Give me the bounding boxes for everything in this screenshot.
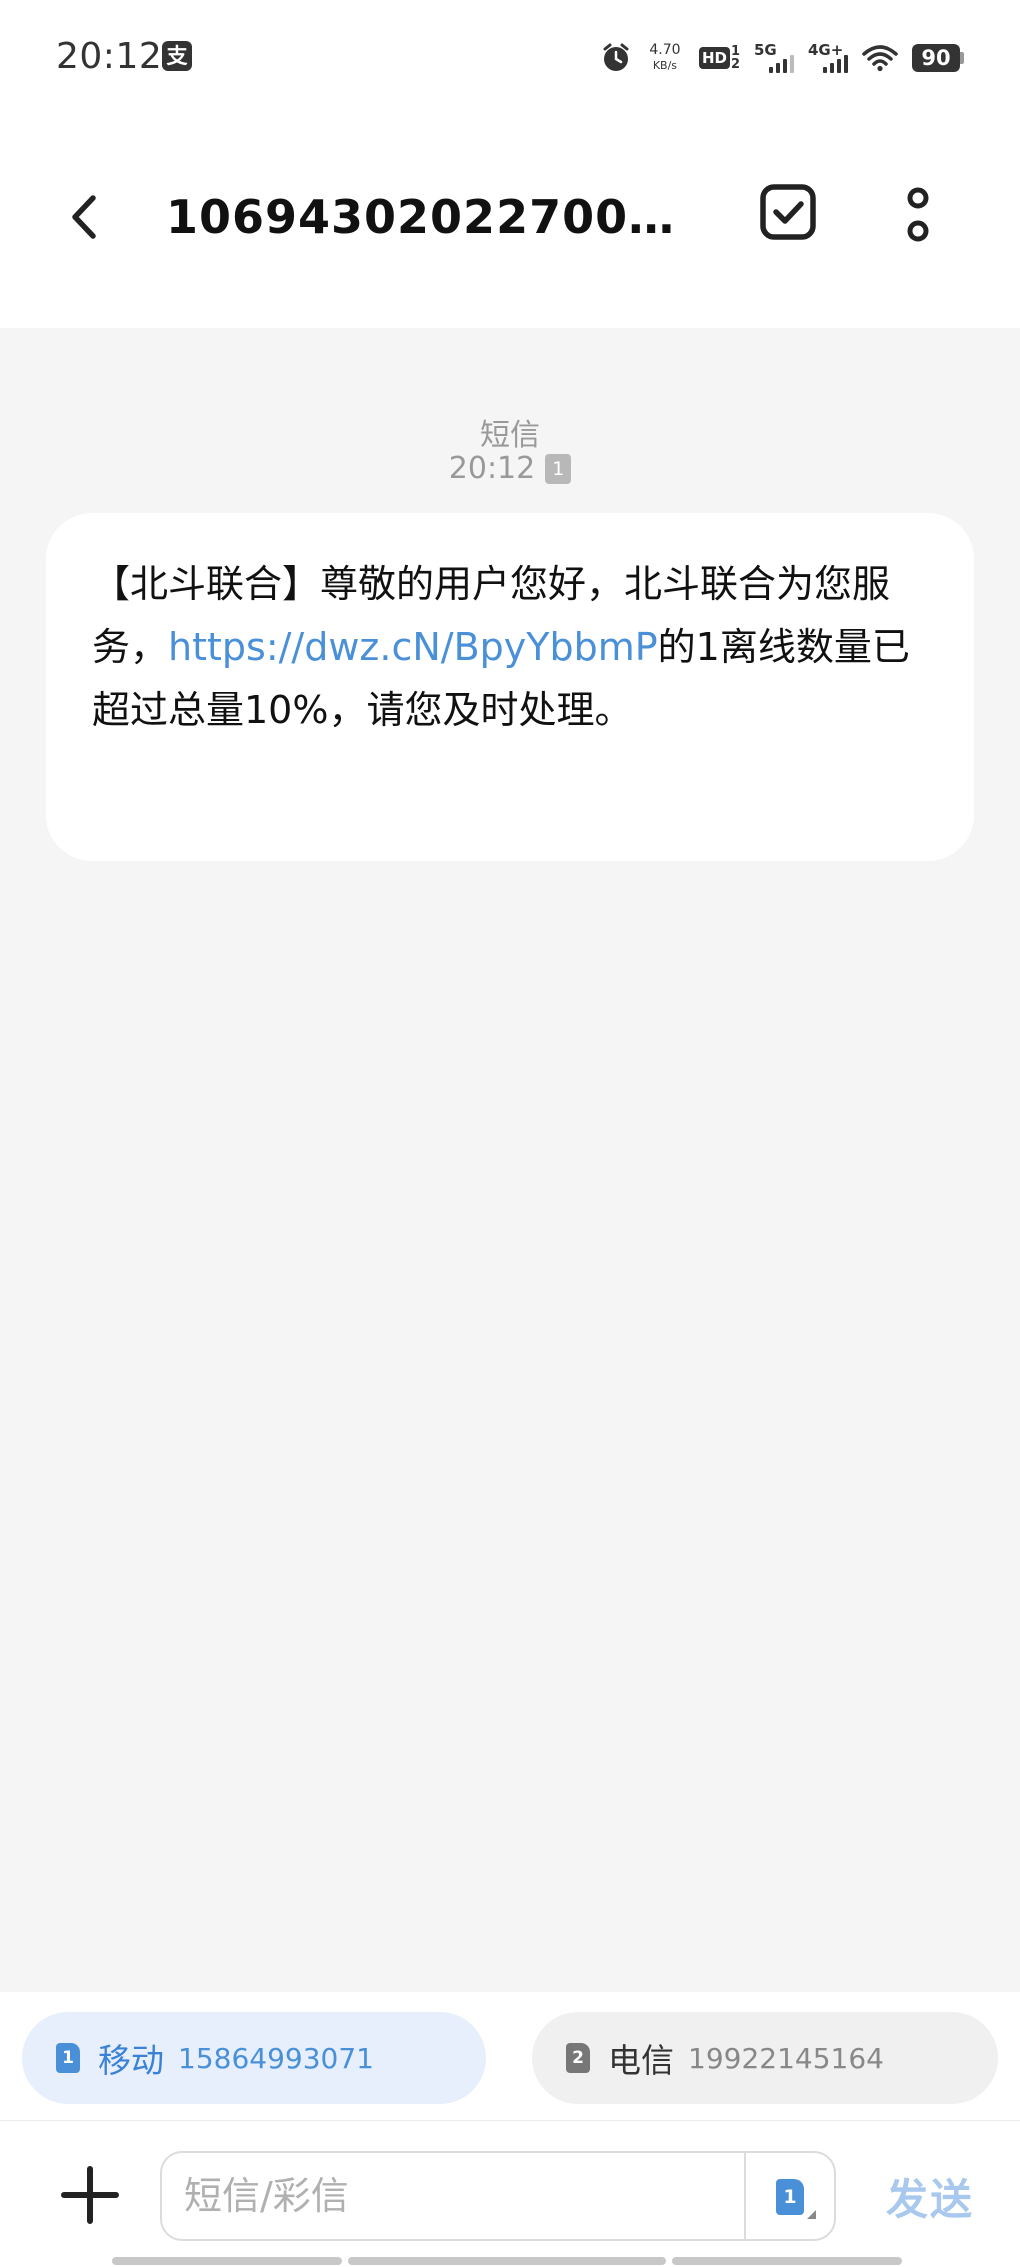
sim-card-icon: 2 <box>566 2043 590 2073</box>
sim-number: 19922145164 <box>688 2041 884 2075</box>
sim-card-icon: 1 <box>56 2043 80 2073</box>
more-vertical-icon <box>907 187 929 242</box>
pay-notification-icon: 支 <box>162 41 192 71</box>
sim-carrier: 电信 <box>608 2041 674 2080</box>
app-header: 1069430202270064200 <box>0 118 1020 328</box>
sim-slot-badge: 1 <box>545 453 572 484</box>
add-attachment-button[interactable] <box>56 2161 124 2229</box>
input-divider <box>744 2153 746 2239</box>
sim-number: 15864993071 <box>178 2041 374 2075</box>
sim-selector: 1 移动 15864993071 2 电信 19922145164 <box>0 1992 1020 2120</box>
message-timestamp: 20:12 <box>448 451 536 486</box>
home-indicator[interactable] <box>112 2257 902 2265</box>
wifi-icon <box>862 45 898 72</box>
plus-icon <box>61 2166 119 2224</box>
more-options-button[interactable] <box>888 180 948 254</box>
message-type-label: 短信 <box>480 418 540 453</box>
back-button[interactable] <box>50 182 120 252</box>
message-input[interactable] <box>184 2153 744 2239</box>
message-text: 【北斗联合】尊敬的用户您好，北斗联合为您服务，https://dwz.cN/Bp… <box>92 562 910 732</box>
conversation-area[interactable]: 短信 20:12 1 【北斗联合】尊敬的用户您好，北斗联合为您服务，https:… <box>0 328 1020 1992</box>
status-icons: 4.70 KB/s HD 1 2 5G 4G+ 90 <box>601 38 964 78</box>
conversation-title: 1069430202270064200 <box>166 190 706 244</box>
sim-option-2[interactable]: 2 电信 19922145164 <box>532 2012 998 2104</box>
message-composer: 1 发送 <box>0 2120 1020 2267</box>
message-link[interactable]: https://dwz.cN/BpyYbbmP <box>168 625 658 669</box>
hd-voice-icon: HD 1 2 <box>698 44 740 72</box>
status-time: 20:12 <box>56 36 163 77</box>
checkbox-icon <box>760 184 816 240</box>
message-input-wrapper: 1 <box>160 2151 836 2241</box>
message-meta: 20:12 1 <box>0 451 1020 486</box>
sim-option-1[interactable]: 1 移动 15864993071 <box>22 2012 486 2104</box>
sim-carrier: 移动 <box>98 2041 164 2080</box>
sim-card-icon: 1 <box>776 2179 804 2215</box>
status-bar: 20:12 支 4.70 KB/s HD 1 2 5G 4G+ 90 <box>0 0 1020 118</box>
battery-icon: 90 <box>912 44 964 72</box>
sim-switch-button[interactable]: 1 <box>762 2171 818 2223</box>
message-bubble[interactable]: 【北斗联合】尊敬的用户您好，北斗联合为您服务，https://dwz.cN/Bp… <box>46 513 974 861</box>
dropdown-corner-icon <box>807 2210 816 2219</box>
network-speed: 4.70 KB/s <box>649 42 681 73</box>
signal-4g-icon: 4G+ <box>808 41 848 75</box>
signal-5g-icon: 5G <box>754 41 794 75</box>
multi-select-button[interactable] <box>756 180 820 244</box>
send-button[interactable]: 发送 <box>880 2161 980 2231</box>
chevron-left-icon <box>72 195 96 239</box>
alarm-icon <box>603 43 629 71</box>
